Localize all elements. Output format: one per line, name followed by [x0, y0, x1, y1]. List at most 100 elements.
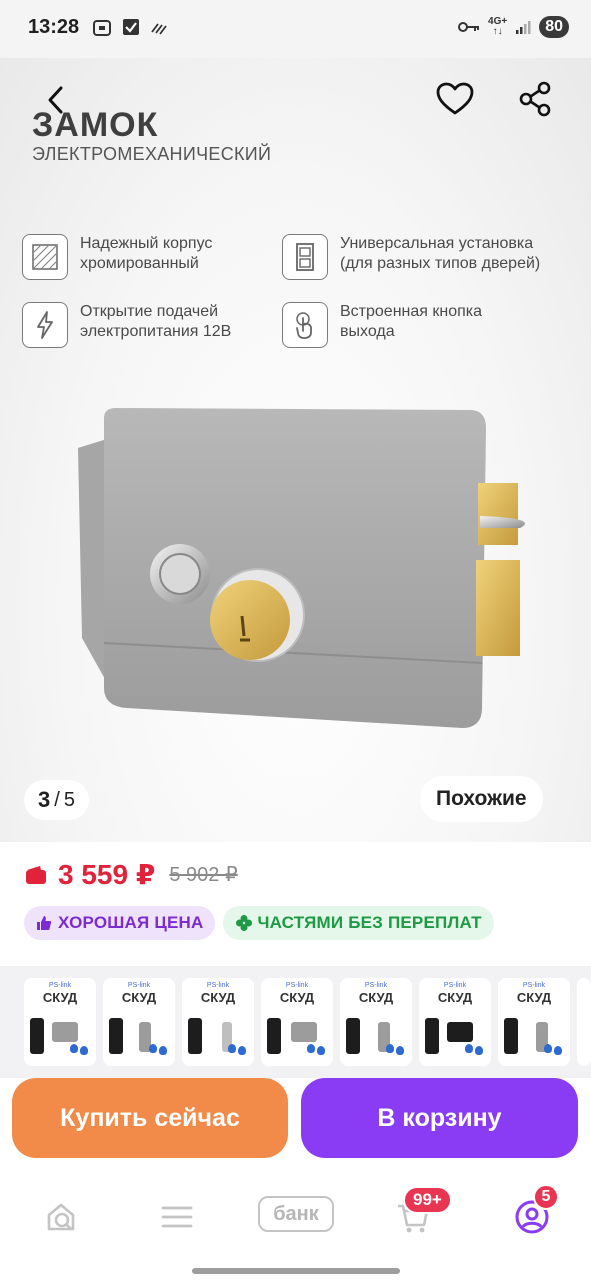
variant-option[interactable]: PS-link СКУД — [419, 978, 491, 1066]
variant-brand: PS-link — [522, 982, 546, 989]
add-to-cart-button[interactable]: В корзину — [301, 1078, 578, 1158]
keyfob-icon — [70, 1044, 90, 1058]
keyfob-icon — [149, 1044, 169, 1058]
feature-power: Открытие подачей электропитания 12В — [22, 302, 231, 348]
badges-row: ХОРОШАЯ ЦЕНА ЧАСТЯМИ БЕЗ ПЕРЕПЛАТ — [24, 906, 494, 940]
keyfob-icon — [386, 1044, 406, 1058]
buy-now-button[interactable]: Купить сейчас — [12, 1078, 288, 1158]
thumbs-up-icon — [37, 916, 52, 930]
variant-title: СКУД — [121, 990, 157, 1005]
keypad-icon — [267, 1018, 281, 1054]
price-row: 3 559 ₽ 5 902 ₽ — [24, 858, 238, 891]
keypad-icon — [30, 1018, 44, 1054]
lock-icon — [291, 1022, 317, 1042]
network-type: 4G+ ↑↓ — [488, 16, 508, 37]
feature-text-line: Универсальная установка — [340, 235, 534, 252]
feature-text-line: Открытие подачей — [80, 303, 219, 320]
installments-label: ЧАСТЯМИ БЕЗ ПЕРЕПЛАТ — [257, 913, 482, 932]
back-button[interactable] — [36, 80, 76, 120]
keypad-icon — [188, 1018, 202, 1054]
status-icons-left — [92, 18, 168, 38]
heart-icon — [436, 82, 474, 115]
home-search-icon — [47, 1203, 75, 1231]
chevron-left-icon — [48, 86, 63, 114]
feature-text-line: Встроенная кнопка — [340, 303, 483, 320]
variant-title: СКУД — [516, 990, 552, 1005]
variant-title: СКУД — [42, 990, 78, 1005]
variant-option[interactable]: PS-link СКУД — [340, 978, 412, 1066]
status-time: 13:28 — [28, 16, 80, 38]
texture-icon — [22, 234, 68, 280]
menu-icon — [161, 1206, 193, 1228]
cart-count-badge: 99+ — [403, 1186, 452, 1214]
nav-catalog[interactable] — [152, 1192, 202, 1242]
keypad-icon — [504, 1018, 518, 1054]
variant-brand: PS-link — [48, 982, 72, 989]
clover-icon — [236, 915, 253, 931]
nav-bank[interactable]: банк — [258, 1196, 334, 1232]
image-counter: 3 / 5 — [24, 780, 89, 820]
signal-wave-icon — [151, 23, 167, 35]
variant-option[interactable]: PS-link СКУД — [182, 978, 254, 1066]
variant-option[interactable]: PS-link СКУД — [498, 978, 570, 1066]
share-icon — [519, 81, 551, 117]
similar-button[interactable]: Похожие — [420, 776, 543, 822]
touch-icon — [282, 302, 328, 348]
variant-brand: PS-link — [206, 982, 230, 989]
current-price: 3 559 ₽ — [58, 859, 156, 890]
keyfob-icon — [544, 1044, 564, 1058]
image-counter-current: 3 — [38, 787, 51, 812]
variant-option[interactable]: PS-link СКУД — [24, 978, 96, 1066]
feature-body: Надежный корпус хромированный — [22, 234, 212, 280]
share-button[interactable] — [514, 78, 556, 120]
lightning-icon — [22, 302, 68, 348]
nav-home[interactable] — [36, 1192, 86, 1242]
variant-brand: PS-link — [285, 982, 309, 989]
battery-indicator: 80 — [539, 16, 569, 38]
lock-icon — [52, 1022, 78, 1042]
good-price-badge[interactable]: ХОРОШАЯ ЦЕНА — [24, 906, 216, 940]
keypad-icon — [109, 1018, 123, 1054]
variant-option[interactable]: PS-link СКУД — [103, 978, 175, 1066]
variant-brand: PS-link — [443, 982, 467, 989]
check-box-icon — [123, 19, 139, 35]
bottom-navigation: банк 99+ 5 — [0, 1172, 591, 1280]
product-image-gallery[interactable]: ЗАМОК ЭЛЕКТРОМЕХАНИЧЕСКИЙ Надежный корпу… — [0, 58, 591, 842]
variant-brand: PS-link — [364, 982, 388, 989]
keypad-icon — [425, 1018, 439, 1054]
status-bar: 13:28 4G+ ↑↓ 80 — [0, 0, 591, 58]
variant-title: СКУД — [279, 990, 315, 1005]
home-indicator[interactable] — [192, 1268, 400, 1274]
lock-icon — [447, 1022, 473, 1042]
feature-text-line: хромированный — [80, 255, 199, 272]
variant-option[interactable] — [577, 978, 591, 1066]
image-counter-separator: / — [54, 788, 60, 811]
keyfob-icon — [465, 1044, 485, 1058]
feature-text-line: электропитания 12В — [80, 323, 232, 340]
door-icon — [282, 234, 328, 280]
installments-badge[interactable]: ЧАСТЯМИ БЕЗ ПЕРЕПЛАТ — [223, 906, 494, 940]
feature-text-line: (для разных типов дверей) — [340, 255, 541, 272]
variant-title: СКУД — [437, 990, 473, 1005]
feature-button: Встроенная кнопка выхода — [282, 302, 482, 348]
keypad-icon — [346, 1018, 360, 1054]
favorite-button[interactable] — [434, 78, 476, 120]
product-lock-image — [78, 408, 525, 728]
good-price-label: ХОРОШАЯ ЦЕНА — [58, 913, 204, 932]
status-icons-right: 4G+ ↑↓ 80 — [458, 16, 569, 38]
image-counter-total: 5 — [63, 788, 75, 811]
variant-title: СКУД — [200, 990, 236, 1005]
old-price: 5 902 ₽ — [169, 864, 238, 886]
feature-text-line: выхода — [340, 323, 395, 340]
key-icon — [458, 22, 480, 32]
keyfob-icon — [307, 1044, 327, 1058]
variant-selector: PS-link СКУД PS-link СКУД PS-link СКУД P… — [0, 966, 591, 1078]
variant-brand: PS-link — [127, 982, 151, 989]
variant-option[interactable]: PS-link СКУД — [261, 978, 333, 1066]
profile-notification-badge: 5 — [533, 1184, 559, 1210]
cell-signal-icon — [516, 21, 531, 34]
variant-title: СКУД — [358, 990, 394, 1005]
keyfob-icon — [228, 1044, 248, 1058]
wallet-icon — [26, 865, 46, 884]
product-image-subtitle: ЭЛЕКТРОМЕХАНИЧЕСКИЙ — [32, 144, 272, 164]
